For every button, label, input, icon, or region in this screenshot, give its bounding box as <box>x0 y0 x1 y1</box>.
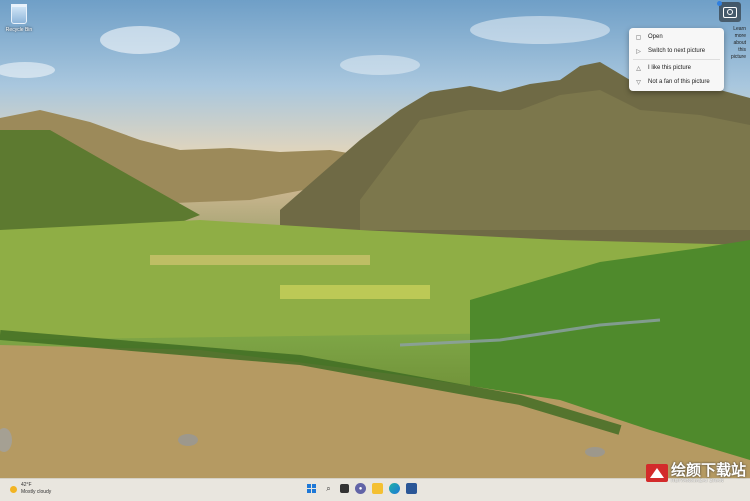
spotlight-info-text: Learn more about this picture <box>730 26 746 60</box>
recycle-bin-icon <box>11 4 27 24</box>
menu-item-dislike[interactable]: ▽ Not a fan of this picture <box>629 75 724 89</box>
weather-desc: Mostly cloudy <box>21 489 52 495</box>
next-icon: ▷ <box>636 48 641 55</box>
search-icon[interactable]: ⌕ <box>323 483 334 494</box>
menu-item-open[interactable]: ▢ Open <box>629 30 724 44</box>
watermark: 绘颜下载站 HUIYANXIAZAI ZHAN <box>645 461 746 483</box>
menu-item-switch-picture[interactable]: ▷ Switch to next picture <box>629 44 724 58</box>
chat-icon[interactable]: ● <box>355 483 366 494</box>
thumbs-up-icon: △ <box>636 65 641 72</box>
menu-divider <box>633 59 720 60</box>
taskbar: 42°F Mostly cloudy ⌕ ● <box>0 478 750 501</box>
open-icon: ▢ <box>635 34 642 41</box>
recycle-bin-shortcut[interactable]: Recycle Bin <box>4 4 34 33</box>
recycle-bin-label: Recycle Bin <box>5 27 33 33</box>
task-view-icon[interactable] <box>340 484 349 493</box>
watermark-logo-icon <box>645 464 668 482</box>
camera-icon <box>723 6 737 18</box>
spotlight-context-menu: ▢ Open ▷ Switch to next picture △ I like… <box>629 28 724 91</box>
watermark-text: 绘颜下载站 <box>670 461 746 479</box>
notification-dot <box>717 1 722 6</box>
weather-widget[interactable]: 42°F Mostly cloudy <box>10 482 51 496</box>
thumbs-down-icon: ▽ <box>636 79 641 86</box>
file-explorer-icon[interactable] <box>372 483 383 494</box>
taskbar-apps: ⌕ ● <box>306 483 417 494</box>
weather-icon <box>10 485 17 493</box>
menu-item-like[interactable]: △ I like this picture <box>629 61 724 75</box>
edge-icon[interactable] <box>389 483 400 494</box>
spotlight-camera-button[interactable] <box>717 1 741 22</box>
weather-temp: 42°F <box>21 482 32 488</box>
windows-start-icon[interactable] <box>306 483 317 494</box>
store-icon[interactable] <box>406 483 417 494</box>
desktop-wallpaper: Recycle Bin Learn more about this pictur… <box>0 0 750 478</box>
